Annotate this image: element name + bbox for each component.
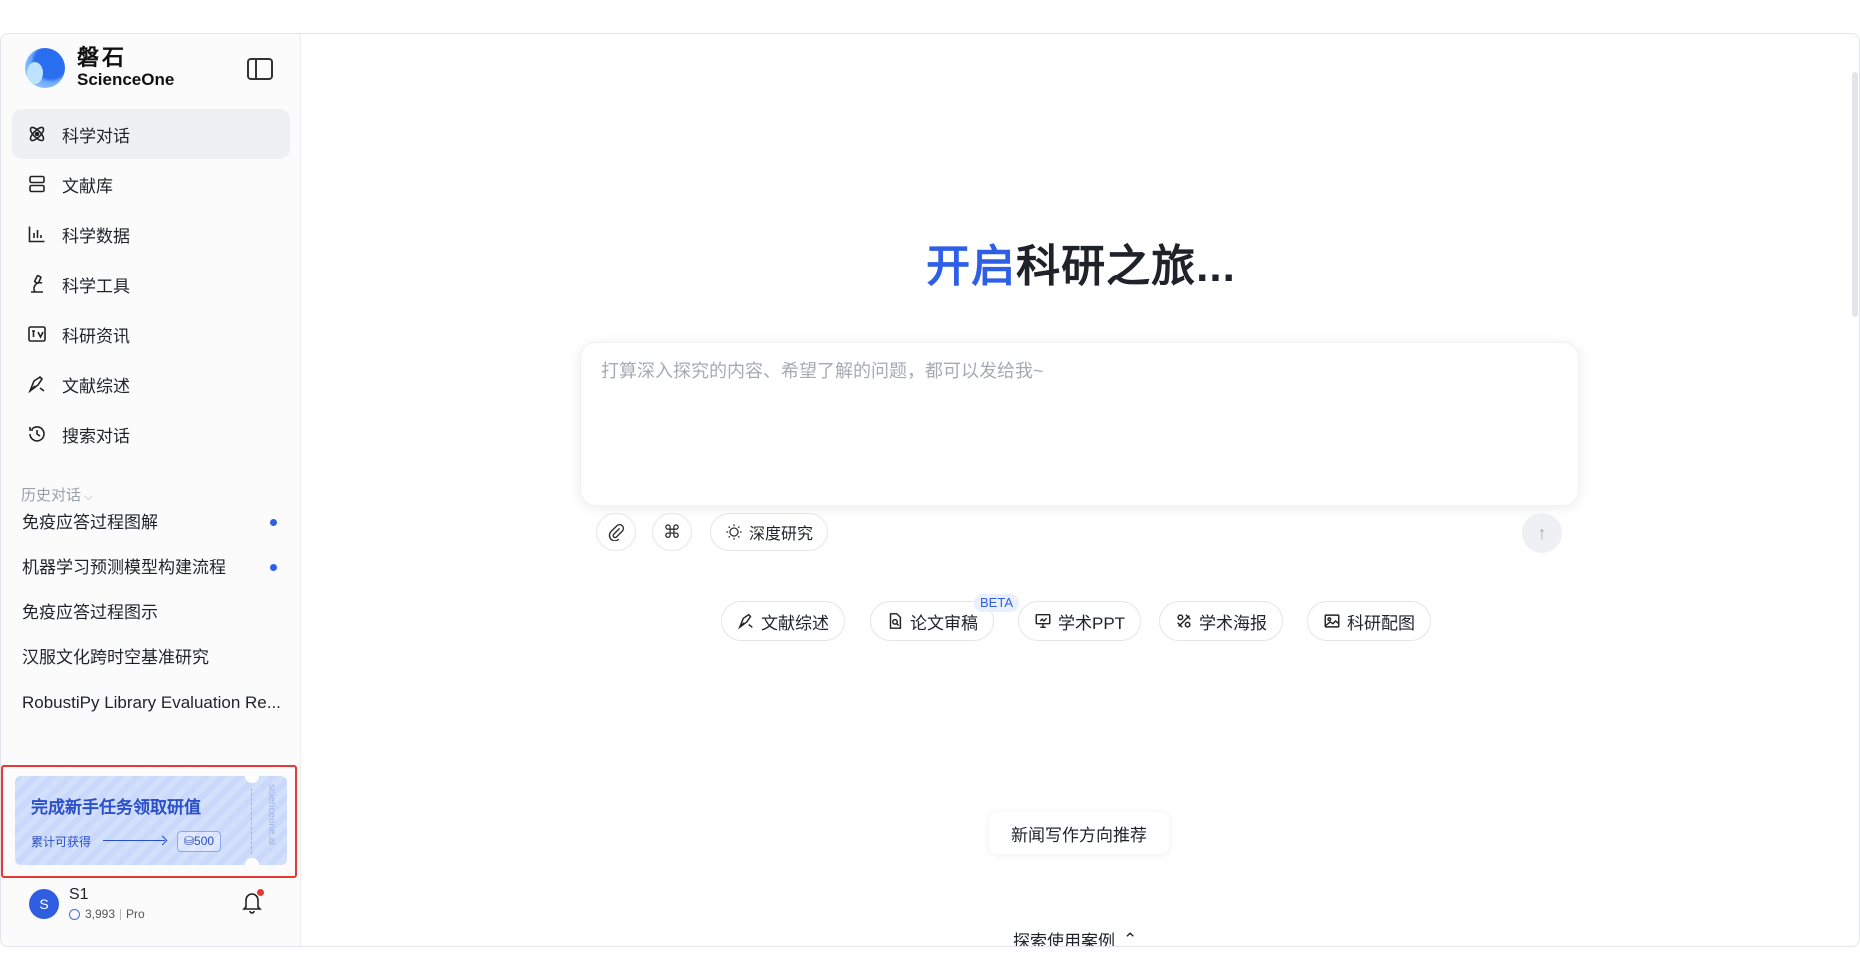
history-item[interactable]: 机器学习预测模型构建流程	[11, 545, 291, 590]
attach-button[interactable]	[596, 513, 636, 551]
nav-label: 文献综述	[62, 376, 130, 396]
ticket-notch	[245, 858, 259, 865]
history-list: 免疫应答过程图解 机器学习预测模型构建流程 免疫应答过程图示 汉服文化跨时空基准…	[11, 500, 291, 725]
divider	[120, 908, 122, 920]
history-item[interactable]: RobustiPy Library Evaluation Re...	[11, 680, 291, 725]
quick-action-research-figure[interactable]: 科研配图	[1307, 601, 1431, 641]
promo-highlight: 完成新手任务领取研值 累计可获得 ⛁500 scienceone.ai	[1, 765, 297, 878]
ticket-divider	[251, 788, 252, 854]
promo-subtitle: 累计可获得	[31, 835, 92, 849]
history-item[interactable]: 汉服文化跨时空基准研究	[11, 635, 291, 680]
logo[interactable]: 磐石 ScienceOne	[25, 46, 174, 90]
microscope-icon	[26, 273, 48, 295]
poster-icon	[1177, 614, 1191, 628]
newbie-task-banner[interactable]: 完成新手任务领取研值 累计可获得 ⛁500 scienceone.ai	[15, 776, 287, 865]
unread-dot	[270, 564, 277, 571]
image-icon	[1324, 614, 1340, 628]
pen-nib-icon	[738, 613, 753, 630]
nav-label: 搜索对话	[62, 426, 130, 446]
nav-label: 科学工具	[62, 276, 130, 296]
command-button[interactable]: ⌘	[652, 513, 692, 551]
app-window: 磐石 ScienceOne 科学对话 文献库 科学数据 科学工具 科研资讯 文献…	[0, 33, 1860, 947]
nav-item-research-news[interactable]: 科研资讯	[12, 309, 290, 359]
explore-cases-toggle[interactable]: 探索使用案例 ⌃	[1013, 927, 1137, 947]
logo-mark-icon	[25, 48, 65, 88]
nav-item-literature-review[interactable]: 文献综述	[12, 359, 290, 409]
paperclip-icon	[608, 523, 625, 541]
data-chart-icon	[26, 223, 48, 245]
nav-item-library[interactable]: 文献库	[12, 159, 290, 209]
nav-item-search-chats[interactable]: 搜索对话	[12, 409, 290, 459]
library-icon	[26, 173, 48, 195]
avatar: S	[29, 888, 59, 919]
promo-watermark: scienceone.ai	[266, 784, 277, 846]
chat-input[interactable]	[601, 357, 1551, 417]
sidebar-nav: 科学对话 文献库 科学数据 科学工具 科研资讯 文献综述 搜索对话	[12, 109, 290, 459]
user-profile[interactable]: S S1 3,993 Pro	[29, 886, 145, 921]
chat-input-box	[580, 342, 1579, 506]
nav-label: 文献库	[62, 176, 113, 196]
chevron-up-icon: ⌃	[1123, 929, 1138, 947]
nav-item-science-data[interactable]: 科学数据	[12, 209, 290, 259]
history-icon	[26, 423, 48, 445]
coin-icon	[69, 908, 80, 920]
sun-icon	[726, 524, 742, 540]
user-plan: Pro	[126, 907, 145, 921]
ticket-notch	[245, 776, 259, 783]
promo-reward-badge: ⛁500	[177, 831, 222, 852]
notification-dot	[257, 889, 264, 896]
nav-label: 科学数据	[62, 226, 130, 246]
promo-title: 完成新手任务领取研值	[31, 798, 201, 817]
brand-name-en: ScienceOne	[77, 70, 175, 89]
doc-search-icon	[889, 613, 902, 629]
arrow-right-icon	[103, 840, 165, 841]
nav-item-science-tools[interactable]: 科学工具	[12, 259, 290, 309]
sidebar: 磐石 ScienceOne 科学对话 文献库 科学数据 科学工具 科研资讯 文献…	[1, 34, 301, 946]
nav-label: 科学对话	[62, 126, 130, 146]
news-icon	[26, 323, 48, 345]
nav-label: 科研资讯	[62, 326, 130, 346]
arrow-up-icon: ↑	[1537, 522, 1547, 543]
unread-dot	[270, 519, 277, 526]
sidebar-toggle-icon[interactable]	[247, 58, 273, 80]
send-button[interactable]: ↑	[1522, 513, 1562, 553]
scrollbar[interactable]	[1852, 72, 1858, 317]
command-icon: ⌘	[663, 521, 681, 542]
history-item[interactable]: 免疫应答过程图示	[11, 590, 291, 635]
beta-badge: BETA	[974, 594, 1019, 612]
top-strip	[0, 0, 1860, 33]
atom-icon	[26, 123, 48, 145]
presentation-icon	[1035, 613, 1051, 629]
nav-item-science-chat[interactable]: 科学对话	[12, 109, 290, 159]
user-credits: 3,993	[85, 907, 116, 921]
pen-nib-icon	[26, 373, 48, 395]
brand-name-cn: 磐石	[77, 45, 128, 70]
user-name: S1	[69, 886, 89, 903]
history-item[interactable]: 免疫应答过程图解	[11, 500, 291, 545]
quick-action-literature-review[interactable]: 文献综述	[721, 601, 845, 641]
page-title: 开启科研之旅...	[926, 242, 1236, 291]
deep-research-button[interactable]: 深度研究	[710, 513, 829, 551]
quick-action-academic-poster[interactable]: 学术海报	[1159, 601, 1283, 641]
suggestion-card[interactable]: 新闻写作方向推荐	[989, 812, 1169, 854]
quick-action-academic-ppt[interactable]: 学术PPT	[1018, 601, 1142, 641]
